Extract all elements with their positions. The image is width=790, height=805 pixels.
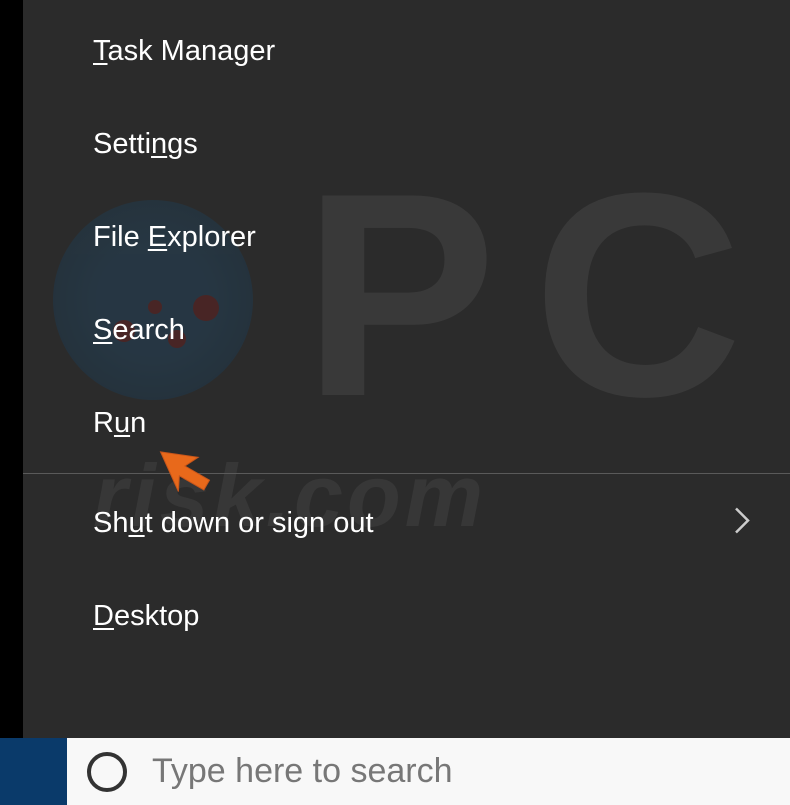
menu-item-run[interactable]: Run xyxy=(23,377,790,470)
taskbar: Type here to search xyxy=(0,738,790,805)
chevron-right-icon xyxy=(734,506,750,541)
search-placeholder: Type here to search xyxy=(152,752,453,791)
start-button[interactable] xyxy=(0,738,67,805)
menu-content: Task Manager Settings File Explorer Sear… xyxy=(23,5,790,663)
menu-item-search[interactable]: Search xyxy=(23,284,790,377)
menu-item-desktop[interactable]: Desktop xyxy=(23,570,790,663)
menu-divider xyxy=(23,473,790,474)
taskbar-search[interactable]: Type here to search xyxy=(67,738,790,805)
search-icon xyxy=(87,752,127,792)
menu-item-file-explorer[interactable]: File Explorer xyxy=(23,191,790,284)
menu-item-settings[interactable]: Settings xyxy=(23,98,790,191)
menu-item-shut-down[interactable]: Shut down or sign out xyxy=(23,477,790,570)
winx-context-menu: P C risk.com Task Manager Settings File … xyxy=(23,0,790,738)
menu-item-task-manager[interactable]: Task Manager xyxy=(23,5,790,98)
